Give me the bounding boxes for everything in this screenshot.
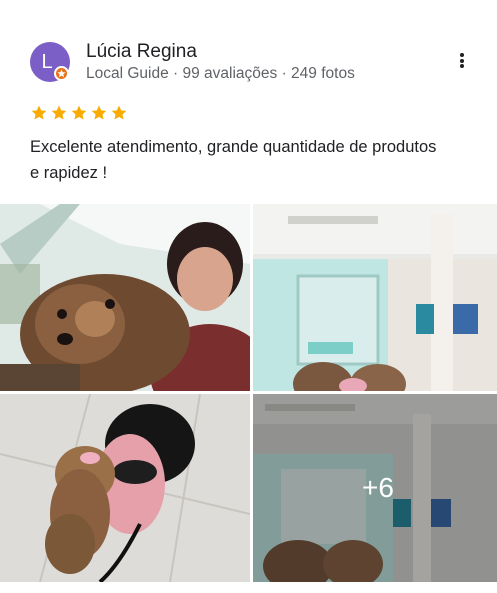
more-photos-tile[interactable]: +6 bbox=[253, 394, 497, 582]
review-photo[interactable] bbox=[0, 394, 250, 582]
star-icon bbox=[31, 105, 47, 120]
star-icon bbox=[51, 105, 67, 120]
more-vert-icon[interactable] bbox=[452, 53, 472, 68]
photo-content bbox=[0, 394, 250, 582]
star-rating bbox=[30, 104, 128, 122]
photo-grid: +6 bbox=[0, 204, 497, 582]
star-icon bbox=[71, 105, 87, 120]
review-header: L Lúcia Regina Local Guide · 99 avaliaçõ… bbox=[30, 41, 470, 85]
photo-content bbox=[0, 204, 250, 391]
review-photo[interactable] bbox=[0, 204, 250, 391]
star-icon bbox=[91, 105, 107, 120]
avatar[interactable]: L bbox=[30, 42, 70, 82]
photo-content bbox=[253, 204, 497, 391]
more-photos-count: +6 bbox=[362, 472, 394, 503]
star-icon bbox=[111, 105, 127, 120]
local-guide-badge-icon bbox=[54, 66, 69, 81]
review-photo[interactable] bbox=[253, 204, 497, 391]
review-text: Excelente atendimento, grande quantidade… bbox=[30, 138, 437, 182]
reviewer-meta: Local Guide · 99 avaliações · 249 fotos bbox=[86, 65, 355, 82]
avatar-letter: L bbox=[41, 51, 53, 73]
reviewer-name[interactable]: Lúcia Regina bbox=[86, 41, 197, 63]
